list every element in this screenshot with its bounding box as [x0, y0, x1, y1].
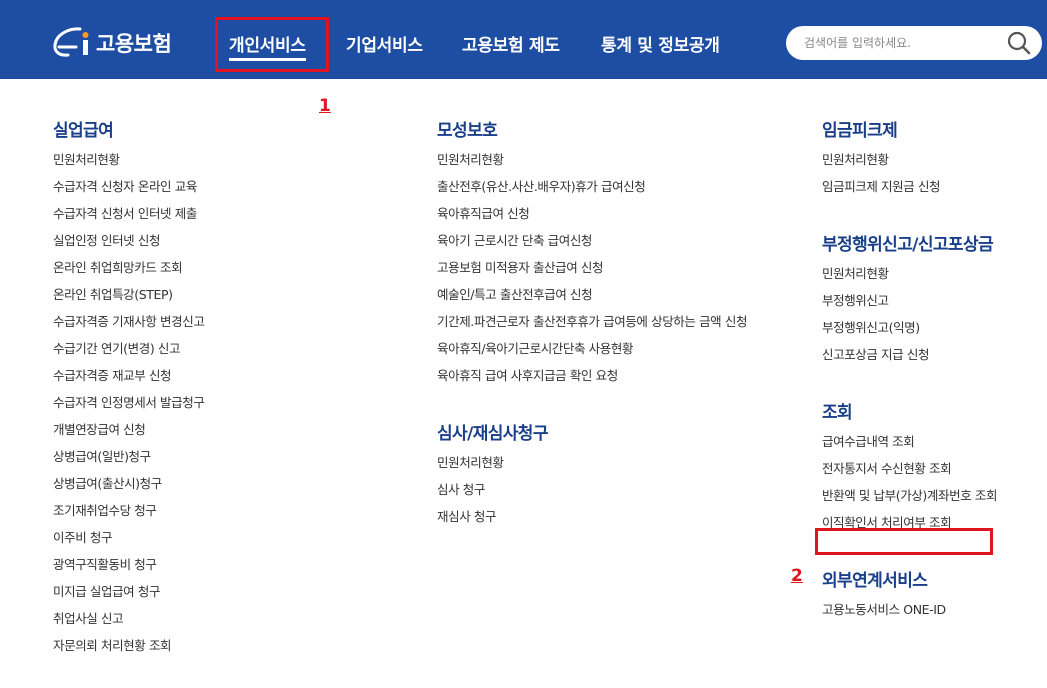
menu-link[interactable]: 수급자격 인정명세서 발급청구: [53, 395, 205, 422]
menu-link[interactable]: 상병급여(일반)청구: [53, 449, 204, 476]
menu-column-unemployment: 실업급여 민원처리현황 수급자격 신청자 온라인 교육 수급자격 신청서 인터넷…: [53, 116, 205, 665]
search-icon[interactable]: [1006, 30, 1032, 56]
section-title-maternity: 모성보호: [437, 121, 498, 141]
menu-link[interactable]: 육아휴직급여 신청: [437, 206, 747, 233]
logo-text: 고용보험: [96, 32, 172, 56]
menu-link[interactable]: 고용보험 미적용자 출산급여 신청: [437, 260, 747, 287]
menu-link[interactable]: 온라인 취업희망카드 조회: [53, 260, 204, 287]
menu-link[interactable]: 급여수급내역 조회: [822, 434, 997, 461]
top-header: 고용보험 개인서비스 기업서비스 고용보험 제도 통계 및 정보공개: [0, 0, 1047, 79]
menu-link[interactable]: 심사 청구: [437, 482, 747, 509]
menu-link[interactable]: 부정행위신고(익명): [822, 320, 997, 347]
menu-link[interactable]: 전자통지서 수신현황 조회: [822, 461, 997, 488]
menu-link[interactable]: 민원처리현황: [437, 455, 747, 482]
step-number-1: 1: [319, 96, 331, 116]
menu-link[interactable]: 미지급 실업급여 청구: [53, 584, 204, 611]
section-title-unemployment: 실업급여: [53, 121, 114, 141]
menu-link[interactable]: 임금피크제 지원금 신청: [822, 179, 997, 206]
nav-personal-service[interactable]: 개인서비스: [229, 31, 306, 61]
menu-link[interactable]: 광역구직활동비 청구: [53, 557, 204, 584]
menu-link[interactable]: 육아휴직 급여 사후지급금 확인 요청: [437, 368, 747, 395]
menu-link[interactable]: 민원처리현황: [437, 152, 747, 179]
menu-link[interactable]: 기간제.파견근로자 출산전후휴가 급여등에 상당하는 금액 신청: [437, 314, 747, 341]
nav-statistics-info[interactable]: 통계 및 정보공개: [601, 31, 720, 56]
menu-link[interactable]: 상병급여(출산시)청구: [53, 476, 204, 503]
section-title-fraud-report: 부정행위신고/신고포상금: [822, 235, 994, 255]
menu-link-separation-confirmation[interactable]: 이직확인서 처리여부 조회: [822, 515, 997, 542]
menu-link[interactable]: 민원처리현황: [822, 152, 997, 179]
section-title-appeal: 심사/재심사청구: [437, 424, 548, 444]
menu-link[interactable]: 실업인정 인터넷 신청: [53, 233, 204, 260]
menu-link[interactable]: 개별연장급여 신청: [53, 422, 204, 449]
menu-column-misc: 임금피크제 민원처리현황 임금피크제 지원금 신청 부정행위신고/신고포상금 민…: [822, 116, 997, 629]
menu-link[interactable]: 수급자격 신청서 인터넷 제출: [53, 206, 204, 233]
step-number-2: 2: [791, 566, 803, 586]
menu-link[interactable]: 예술인/특고 출산전후급여 신청: [437, 287, 747, 314]
menu-link[interactable]: 온라인 취업특강(STEP): [53, 287, 204, 314]
menu-link[interactable]: 민원처리현황: [822, 266, 997, 293]
menu-link[interactable]: 육아휴직/육아기근로시간단축 사용현황: [437, 341, 747, 368]
menu-link[interactable]: 이주비 청구: [53, 530, 204, 557]
menu-link[interactable]: 고용노동서비스 ONE-ID: [822, 602, 997, 629]
section-title-wage-peak: 임금피크제: [822, 121, 898, 141]
menu-link[interactable]: 민원처리현황: [53, 152, 204, 179]
menu-link[interactable]: 부정행위신고: [822, 293, 997, 320]
menu-link[interactable]: 재심사 청구: [437, 509, 747, 536]
menu-link[interactable]: 신고포상금 지급 신청: [822, 347, 997, 374]
menu-link[interactable]: 육아기 근로시간 단축 급여신청: [437, 233, 747, 260]
search-box: [786, 26, 1042, 60]
menu-link[interactable]: 수급자격 신청자 온라인 교육: [53, 179, 204, 206]
menu-link[interactable]: 자문의뢰 처리현황 조회: [53, 638, 204, 665]
ei-logo-icon: [53, 27, 89, 57]
nav-insurance-system[interactable]: 고용보험 제도: [462, 31, 560, 56]
section-title-external: 외부연계서비스: [822, 571, 928, 591]
menu-link[interactable]: 조기재취업수당 청구: [53, 503, 204, 530]
menu-link[interactable]: 수급기간 연기(변경) 신고: [53, 341, 204, 368]
menu-column-maternity: 모성보호 민원처리현황 출산전후(유산.사산.배우자)휴가 급여신청 육아휴직급…: [437, 116, 747, 536]
menu-link[interactable]: 반환액 및 납부(가상)계좌번호 조회: [822, 488, 997, 515]
search-input[interactable]: [804, 33, 994, 53]
nav-business-service[interactable]: 기업서비스: [346, 31, 423, 56]
menu-link[interactable]: 수급자격증 재교부 신청: [53, 368, 204, 395]
section-title-inquiry: 조회: [822, 403, 853, 423]
menu-link[interactable]: 수급자격증 기재사항 변경신고: [53, 314, 205, 341]
site-logo[interactable]: 고용보험: [50, 26, 172, 60]
menu-link[interactable]: 취업사실 신고: [53, 611, 204, 638]
menu-link[interactable]: 출산전후(유산.사산.배우자)휴가 급여신청: [437, 179, 747, 206]
